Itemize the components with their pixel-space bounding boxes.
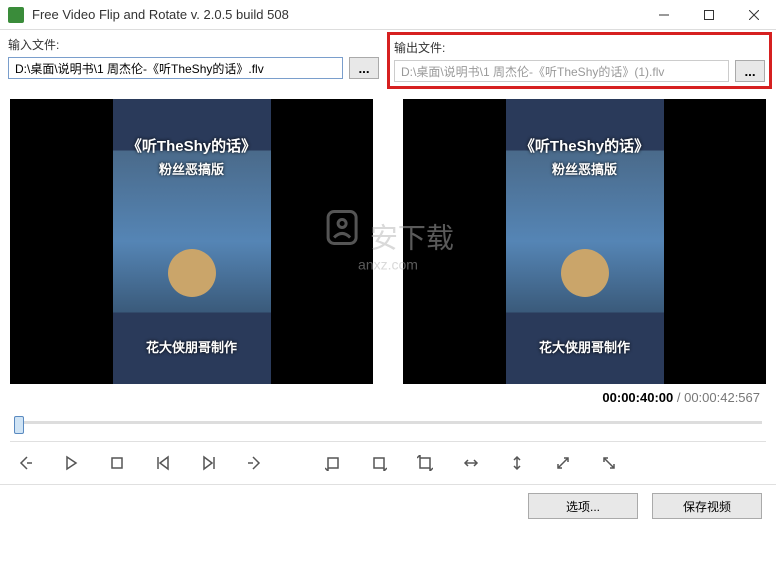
skip-end-button[interactable] — [198, 452, 220, 474]
preview-overlay-subtitle: 粉丝恶搞版 — [506, 159, 664, 178]
input-browse-button[interactable]: ... — [349, 57, 379, 79]
output-preview: 《听TheShy的话》 粉丝恶搞版 花大侠朋哥制作 — [403, 99, 766, 384]
input-file-group: 输入文件: ... — [8, 36, 379, 79]
window-controls — [641, 0, 776, 30]
flip-horizontal-button[interactable] — [460, 452, 482, 474]
input-file-field[interactable] — [8, 57, 343, 79]
time-row: 00:00:40:00 / 00:00:42:567 — [0, 388, 776, 407]
preview-overlay-title: 《听TheShy的话》 — [113, 135, 271, 156]
preview-overlay-credit: 花大侠朋哥制作 — [113, 337, 271, 356]
playback-controls — [14, 452, 266, 474]
output-browse-button[interactable]: ... — [735, 60, 765, 82]
output-file-group: 输出文件: ... — [387, 32, 772, 89]
input-preview-thumb: 《听TheShy的话》 粉丝恶搞版 花大侠朋哥制作 — [113, 99, 271, 384]
time-current: 00:00:40:00 — [602, 390, 673, 405]
time-total: / 00:00:42:567 — [677, 390, 760, 405]
flip-vertical-button[interactable] — [506, 452, 528, 474]
seek-track — [14, 421, 762, 424]
app-icon — [8, 7, 24, 23]
preview-overlay-subtitle: 粉丝恶搞版 — [113, 159, 271, 178]
stop-button[interactable] — [106, 452, 128, 474]
output-file-label: 输出文件: — [394, 39, 765, 56]
rotate-cw-button[interactable] — [368, 452, 390, 474]
bottom-row: 选项... 保存视频 — [0, 484, 776, 527]
skip-start-button[interactable] — [152, 452, 174, 474]
close-button[interactable] — [731, 0, 776, 30]
preview-wrapper: 《听TheShy的话》 粉丝恶搞版 花大侠朋哥制作 《听TheShy的话》 粉丝… — [0, 91, 776, 388]
preview-area: 《听TheShy的话》 粉丝恶搞版 花大侠朋哥制作 《听TheShy的话》 粉丝… — [0, 91, 776, 388]
preview-overlay-credit: 花大侠朋哥制作 — [506, 337, 664, 356]
window-titlebar: Free Video Flip and Rotate v. 2.0.5 buil… — [0, 0, 776, 30]
prev-frame-button[interactable] — [14, 452, 36, 474]
rotate-ccw-button[interactable] — [322, 452, 344, 474]
output-file-field — [394, 60, 729, 82]
input-file-label: 输入文件: — [8, 36, 379, 53]
preview-overlay-title: 《听TheShy的话》 — [506, 135, 664, 156]
seek-thumb[interactable] — [14, 416, 24, 434]
next-frame-button[interactable] — [244, 452, 266, 474]
minimize-button[interactable] — [641, 0, 686, 30]
flip-diagonal-tr-button[interactable] — [598, 452, 620, 474]
input-preview: 《听TheShy的话》 粉丝恶搞版 花大侠朋哥制作 — [10, 99, 373, 384]
play-button[interactable] — [60, 452, 82, 474]
transform-controls — [322, 452, 620, 474]
seek-bar[interactable] — [14, 413, 762, 431]
controls-row — [0, 442, 776, 484]
rotate-180-button[interactable] — [414, 452, 436, 474]
options-button[interactable]: 选项... — [528, 493, 638, 519]
seek-row — [0, 407, 776, 441]
maximize-button[interactable] — [686, 0, 731, 30]
window-title: Free Video Flip and Rotate v. 2.0.5 buil… — [32, 7, 641, 22]
save-video-button[interactable]: 保存视频 — [652, 493, 762, 519]
file-row: 输入文件: ... 输出文件: ... — [0, 30, 776, 91]
output-preview-thumb: 《听TheShy的话》 粉丝恶搞版 花大侠朋哥制作 — [506, 99, 664, 384]
flip-diagonal-tl-button[interactable] — [552, 452, 574, 474]
